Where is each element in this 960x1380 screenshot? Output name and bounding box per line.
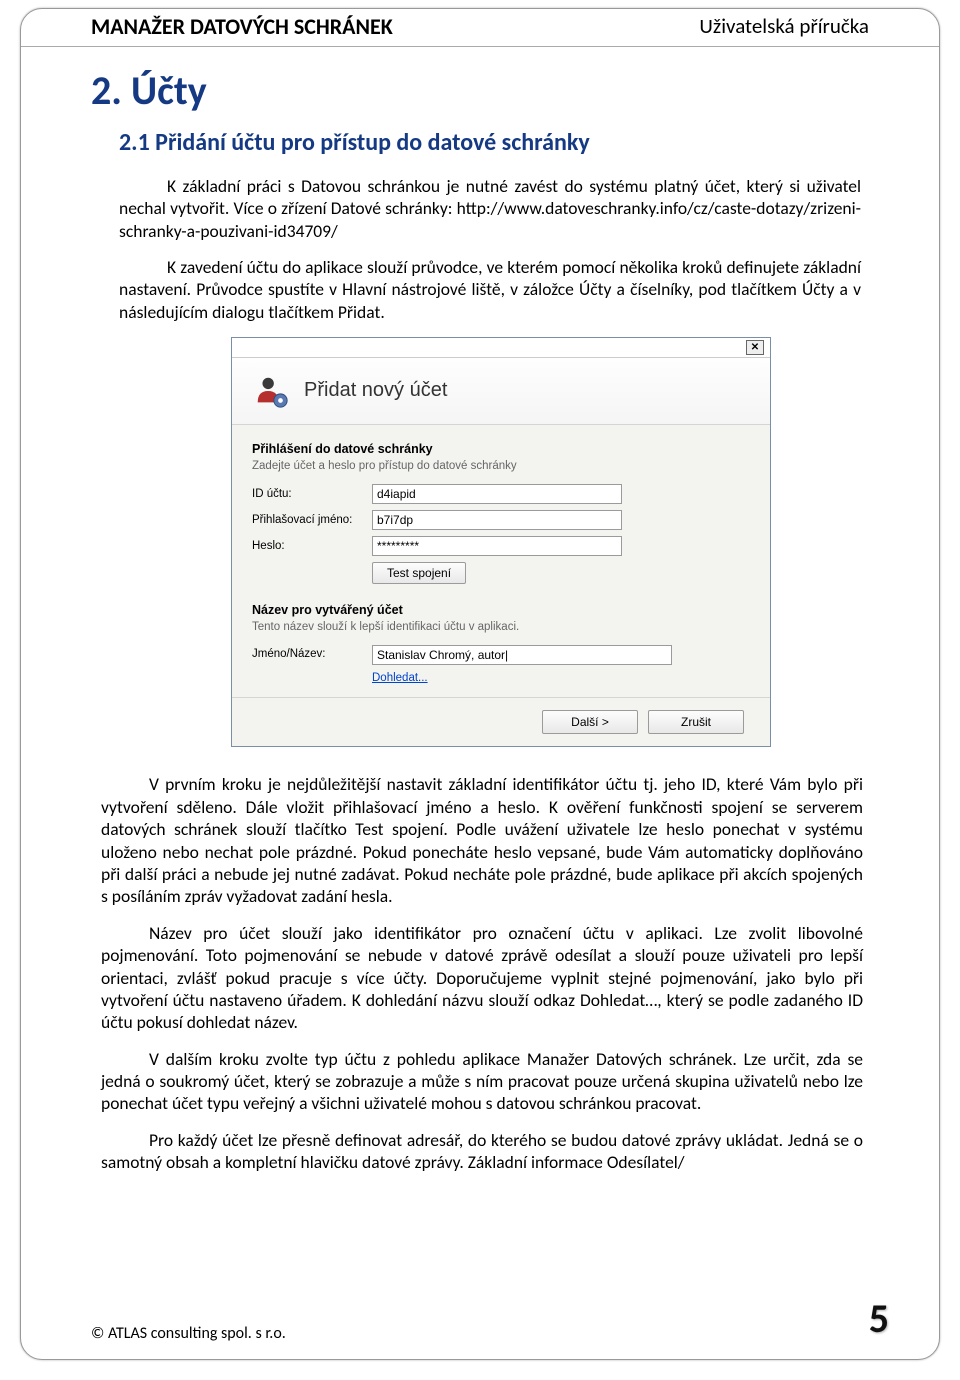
name-input[interactable]: [372, 645, 672, 665]
id-label: ID účtu:: [252, 487, 372, 502]
id-input[interactable]: [372, 484, 622, 504]
header-right: Uživatelská příručka: [699, 13, 869, 40]
test-connection-button[interactable]: Test spojení: [372, 562, 466, 584]
section-login-title: Přihlášení do datové schránky: [252, 441, 750, 457]
password-label: Heslo:: [252, 539, 372, 554]
paragraph-5: V dalším kroku zvolte typ účtu z pohledu…: [101, 1048, 863, 1115]
section-name-title: Název pro vytvářený účet: [252, 602, 750, 618]
dialog-title: Přidat nový účet: [304, 378, 447, 404]
next-button[interactable]: Další >: [542, 710, 638, 734]
section-name-sub: Tento název slouží k lepší identifikaci …: [252, 620, 750, 635]
page-header: MANAŽER DATOVÝCH SCHRÁNEK Uživatelská př…: [21, 9, 939, 47]
password-input[interactable]: [372, 536, 622, 556]
dialog-header: Přidat nový účet: [232, 358, 770, 425]
page-footer: © ATLAS consulting spol. s r.o. 5: [91, 1294, 889, 1343]
document-page: MANAŽER DATOVÝCH SCHRÁNEK Uživatelská př…: [20, 8, 940, 1360]
heading-2: 2.1 Přidání účtu pro přístup do datové s…: [119, 128, 869, 159]
page-number: 5: [869, 1294, 889, 1343]
dialog-titlebar: ✕: [232, 338, 770, 358]
header-left: MANAŽER DATOVÝCH SCHRÁNEK: [91, 13, 393, 40]
section-login-sub: Zadejte účet a heslo pro přístup do dato…: [252, 459, 750, 474]
dialog-body: Přihlášení do datové schránky Zadejte úč…: [232, 425, 770, 746]
cancel-button[interactable]: Zrušit: [648, 710, 744, 734]
name-label: Jméno/Název:: [252, 647, 372, 662]
copyright: © ATLAS consulting spol. s r.o.: [91, 1324, 286, 1343]
paragraph-1: K základní práci s Datovou schránkou je …: [119, 175, 861, 242]
login-input[interactable]: [372, 510, 622, 530]
paragraph-3: V prvním kroku je nejdůležitější nastavi…: [101, 773, 863, 907]
paragraph-6: Pro každý účet lze přesně definovat adre…: [101, 1129, 863, 1174]
login-label: Přihlašovací jméno:: [252, 513, 372, 528]
paragraph-2: K zavedení účtu do aplikace slouží průvo…: [119, 256, 861, 323]
dialog-screenshot: ✕ Přidat nový účet Přihlášení do dat: [231, 337, 869, 747]
user-gear-icon: [252, 372, 290, 410]
add-account-dialog: ✕ Přidat nový účet Přihlášení do dat: [231, 337, 771, 747]
heading-1: 2. Účty: [91, 65, 869, 116]
paragraph-4: Název pro účet slouží jako identifikátor…: [101, 922, 863, 1034]
lookup-link[interactable]: Dohledat...: [372, 671, 428, 686]
page-content: 2. Účty 2.1 Přidání účtu pro přístup do …: [21, 47, 939, 1174]
dialog-separator: [232, 697, 770, 698]
close-icon[interactable]: ✕: [746, 340, 764, 355]
dialog-footer: Další > Zrušit: [252, 710, 750, 734]
